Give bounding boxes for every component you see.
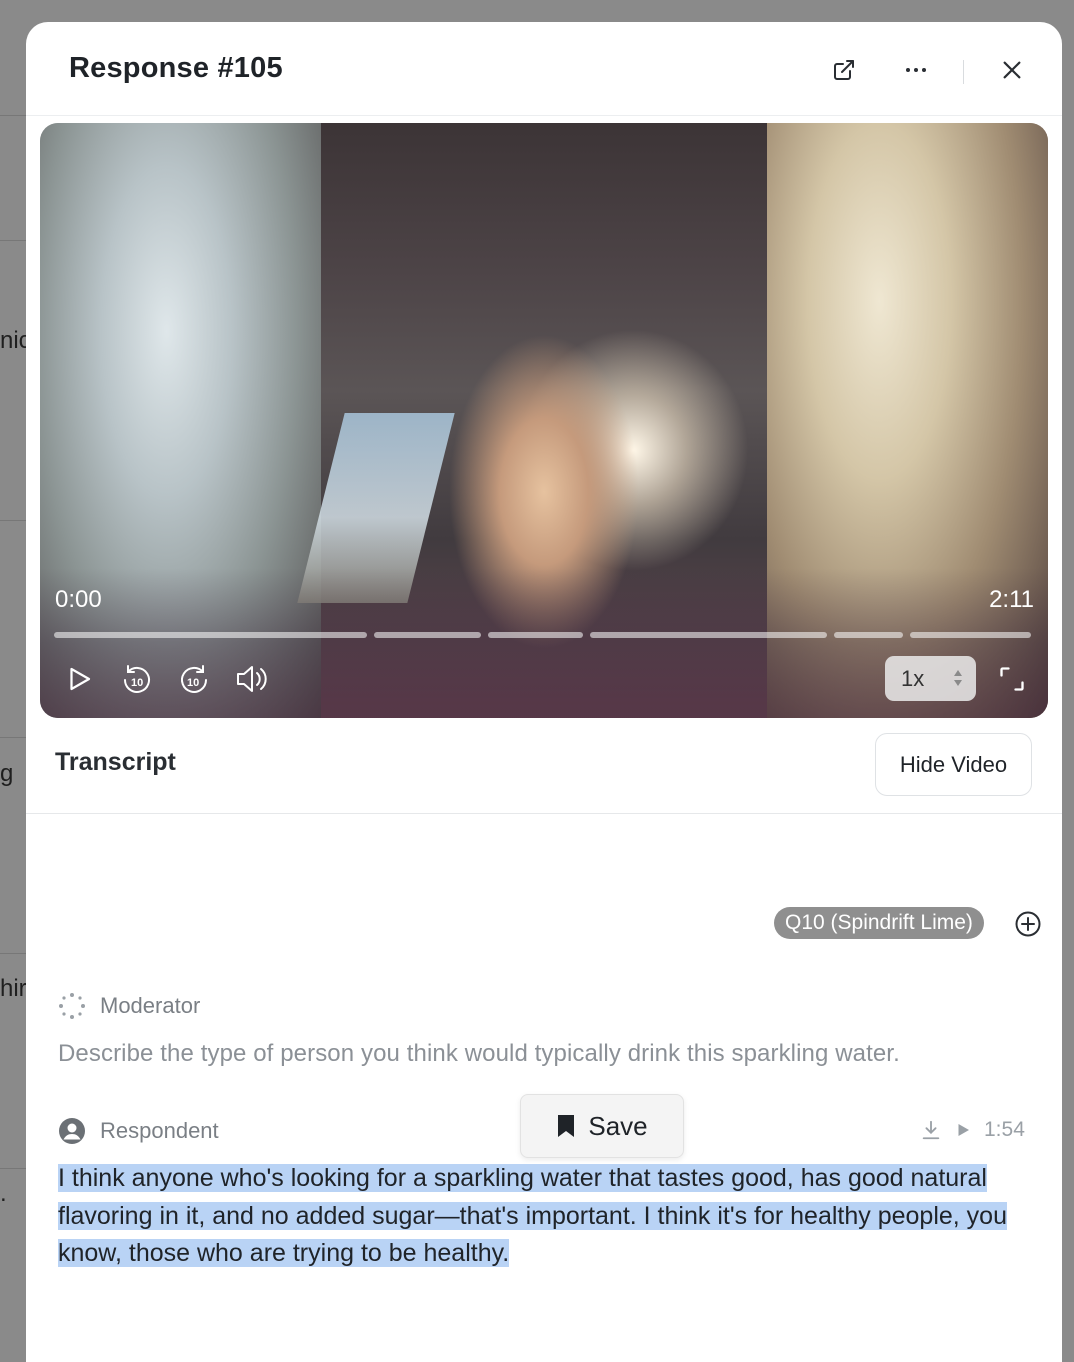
forward-10-icon: 10 bbox=[181, 665, 207, 693]
respondent-answer[interactable]: I think anyone who's looking for a spark… bbox=[58, 1160, 1018, 1273]
moderator-header: Moderator bbox=[58, 992, 200, 1020]
progress-segment[interactable] bbox=[834, 632, 903, 638]
background-divider bbox=[0, 737, 26, 738]
rewind-10-button[interactable]: 10 bbox=[117, 659, 157, 699]
play-icon bbox=[958, 1124, 969, 1136]
play-button[interactable] bbox=[59, 659, 99, 699]
moderator-icon bbox=[59, 993, 85, 1019]
respondent-timestamp: 1:54 bbox=[984, 1118, 1025, 1141]
progress-segment[interactable] bbox=[54, 632, 367, 638]
question-tag[interactable]: Q10 (Spindrift Lime) bbox=[774, 907, 984, 939]
selected-text[interactable]: I think anyone who's looking for a spark… bbox=[58, 1164, 1007, 1267]
add-tag-icon[interactable] bbox=[1014, 910, 1042, 938]
background-text-fragment: g bbox=[0, 760, 14, 787]
open-external-button[interactable] bbox=[828, 54, 860, 86]
respondent-header: Respondent bbox=[58, 1117, 219, 1145]
bookmark-icon bbox=[558, 1115, 575, 1137]
playback-speed-select[interactable]: 1x bbox=[885, 656, 976, 701]
modal-header: Response #105 bbox=[26, 22, 1062, 116]
play-icon bbox=[70, 667, 91, 691]
save-label: Save bbox=[588, 1110, 648, 1141]
progress-segment[interactable] bbox=[910, 632, 1031, 638]
current-time: 0:00 bbox=[55, 586, 102, 613]
respondent-tools: 1:54 bbox=[920, 1118, 1025, 1142]
more-options-button[interactable] bbox=[900, 54, 932, 86]
moderator-label: Moderator bbox=[100, 993, 201, 1018]
progress-bar[interactable] bbox=[54, 632, 1034, 638]
background-divider bbox=[0, 1168, 26, 1169]
header-divider bbox=[963, 60, 964, 84]
forward-10-button[interactable]: 10 bbox=[174, 659, 214, 699]
background-text-fragment: hir bbox=[0, 975, 27, 1002]
svg-text:10: 10 bbox=[131, 677, 143, 689]
download-icon bbox=[922, 1120, 940, 1140]
fullscreen-icon bbox=[1000, 667, 1024, 691]
respondent-label: Respondent bbox=[100, 1118, 219, 1143]
background-divider bbox=[0, 240, 26, 241]
close-button[interactable] bbox=[996, 54, 1028, 86]
user-avatar-icon bbox=[59, 1118, 85, 1144]
external-link-icon bbox=[834, 60, 854, 80]
fullscreen-button[interactable] bbox=[992, 659, 1032, 699]
background-divider bbox=[0, 520, 26, 521]
select-arrows-icon bbox=[954, 670, 962, 686]
progress-segment[interactable] bbox=[374, 632, 481, 638]
ellipsis-icon bbox=[906, 68, 926, 72]
volume-button[interactable] bbox=[233, 659, 273, 699]
response-modal: Response #105 0:00 2:11 10 10 1x Transcr… bbox=[26, 22, 1062, 1362]
transcript-title: Transcript bbox=[55, 748, 176, 776]
background-text-fragment: . bbox=[0, 1180, 7, 1207]
rewind-10-icon: 10 bbox=[124, 665, 150, 693]
progress-segment[interactable] bbox=[590, 632, 827, 638]
duration: 2:11 bbox=[989, 586, 1034, 613]
transcript-header: Transcript Hide Video bbox=[26, 718, 1062, 814]
playback-speed-value: 1x bbox=[901, 665, 925, 691]
download-button[interactable] bbox=[920, 1119, 942, 1141]
volume-icon bbox=[237, 666, 267, 692]
background-divider bbox=[0, 115, 26, 116]
moderator-question: Describe the type of person you think wo… bbox=[58, 1040, 900, 1067]
background-divider bbox=[0, 953, 26, 954]
svg-text:10: 10 bbox=[187, 677, 199, 689]
play-clip-button[interactable] bbox=[954, 1121, 972, 1139]
hide-video-button[interactable]: Hide Video bbox=[875, 733, 1032, 796]
modal-title: Response #105 bbox=[69, 52, 283, 84]
close-icon bbox=[1003, 61, 1021, 79]
save-highlight-button[interactable]: Save bbox=[520, 1094, 684, 1158]
progress-segment[interactable] bbox=[488, 632, 583, 638]
video-player[interactable]: 0:00 2:11 10 10 1x bbox=[40, 123, 1048, 718]
